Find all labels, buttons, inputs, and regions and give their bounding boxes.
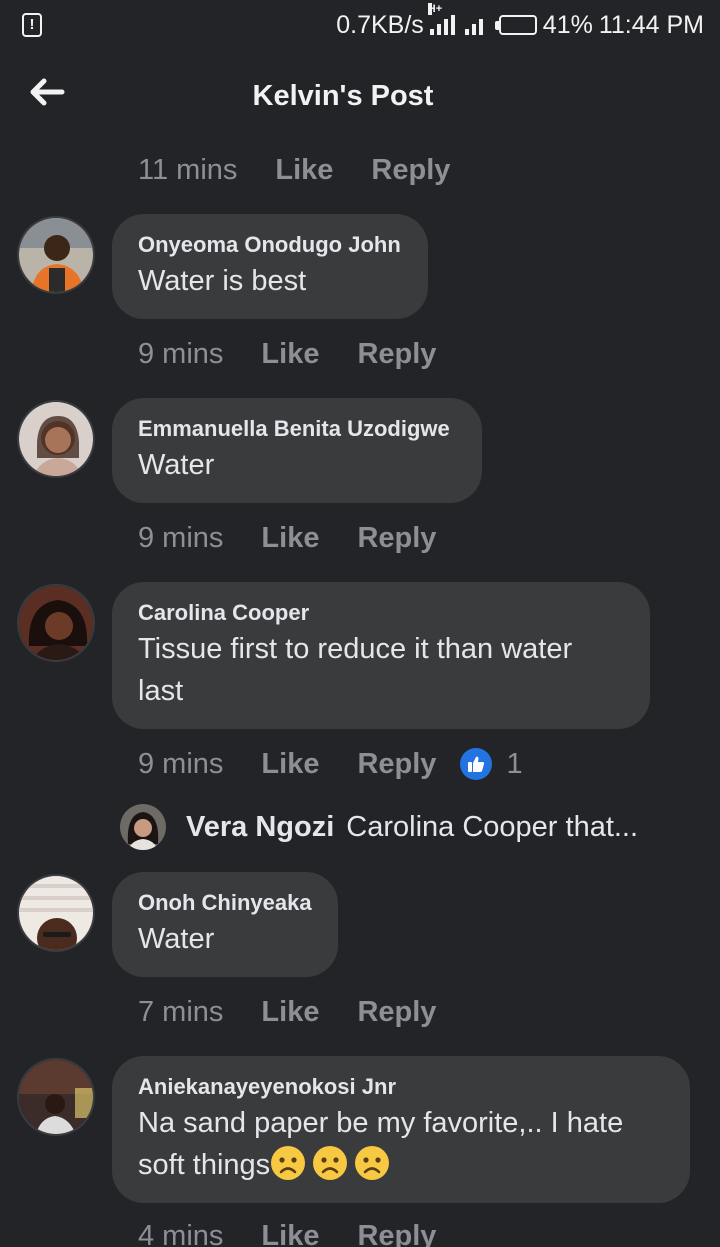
like-button[interactable]: Like bbox=[261, 748, 319, 781]
frowning-face-emoji bbox=[271, 1146, 306, 1180]
like-button[interactable]: Like bbox=[261, 996, 319, 1029]
comment-bubble[interactable]: Onyeoma Onodugo John Water is best bbox=[112, 214, 428, 319]
reply-button[interactable]: Reply bbox=[357, 748, 436, 781]
like-reaction-icon bbox=[460, 748, 493, 780]
battery-percent: 41% bbox=[542, 10, 593, 39]
reaction-count: 1 bbox=[506, 747, 523, 780]
reaction-summary[interactable]: 1 bbox=[460, 747, 523, 781]
comments-screen: ! 0.7KB/s H+ 41% 11:44 PM Kelvin's Post bbox=[0, 0, 720, 1247]
comment-time: 4 mins bbox=[138, 1219, 224, 1247]
frowning-face-emoji bbox=[355, 1146, 390, 1180]
reply-preview[interactable]: Vera Ngozi Carolina Cooper that... bbox=[120, 800, 638, 854]
like-button[interactable]: Like bbox=[275, 154, 333, 187]
clock: 11:44 PM bbox=[598, 10, 704, 39]
reply-button[interactable]: Reply bbox=[371, 154, 450, 187]
avatar[interactable] bbox=[17, 1058, 95, 1136]
comment-text: Na sand paper be my favorite,.. I hate s… bbox=[138, 1102, 664, 1186]
emoji-group bbox=[270, 1146, 396, 1181]
comment-author[interactable]: Carolina Cooper bbox=[138, 598, 624, 628]
comment-time: 9 mins bbox=[138, 521, 224, 554]
comment-text: Water is best bbox=[138, 265, 307, 297]
page-title: Kelvin's Post bbox=[252, 80, 434, 112]
comment-bubble[interactable]: Carolina Cooper Tissue first to reduce i… bbox=[112, 582, 650, 729]
comment-meta-row: 7 mins Like Reply bbox=[138, 992, 436, 1032]
reply-button[interactable]: Reply bbox=[357, 1220, 436, 1247]
like-button[interactable]: Like bbox=[261, 338, 319, 371]
comment-author[interactable]: Onyeoma Onodugo John bbox=[138, 230, 402, 260]
comment-meta-row: 9 mins Like Reply 1 bbox=[138, 744, 523, 784]
comment-text: Tissue first to reduce it than water las… bbox=[138, 633, 573, 707]
comment-time: 7 mins bbox=[138, 995, 224, 1028]
avatar[interactable] bbox=[17, 216, 95, 294]
comment-time: 9 mins bbox=[138, 747, 224, 780]
comment-meta-row: 9 mins Like Reply bbox=[138, 334, 436, 374]
comment-author[interactable]: Onoh Chinyeaka bbox=[138, 888, 312, 918]
comment-time: 11 mins bbox=[138, 153, 238, 186]
comment-author[interactable]: Emmanuella Benita Uzodigwe bbox=[138, 414, 456, 444]
network-type-label: H+ bbox=[427, 3, 443, 15]
reply-text: Carolina Cooper that... bbox=[346, 810, 639, 843]
comment-meta-row: 11 mins Like Reply bbox=[138, 150, 450, 190]
app-header: Kelvin's Post bbox=[0, 50, 720, 142]
comment-bubble[interactable]: Aniekanayeyenokosi Jnr Na sand paper be … bbox=[112, 1056, 690, 1203]
comment-meta-row: 9 mins Like Reply bbox=[138, 518, 436, 558]
status-right-group: 0.7KB/s H+ 41% 11:44 PM bbox=[336, 3, 704, 41]
reply-author[interactable]: Vera Ngozi bbox=[186, 811, 334, 844]
mobile-signal-icon: H+ bbox=[427, 3, 455, 35]
net-speed: 0.7KB/s bbox=[336, 10, 424, 39]
signal-strength-icon bbox=[464, 15, 483, 35]
frowning-face-emoji bbox=[313, 1146, 348, 1180]
alert-icon: ! bbox=[22, 13, 42, 37]
avatar[interactable] bbox=[17, 874, 95, 952]
comment-bubble[interactable]: Emmanuella Benita Uzodigwe Water bbox=[112, 398, 482, 503]
reply-button[interactable]: Reply bbox=[357, 522, 436, 555]
comment-author[interactable]: Aniekanayeyenokosi Jnr bbox=[138, 1072, 664, 1102]
like-button[interactable]: Like bbox=[261, 1220, 319, 1247]
battery-icon bbox=[494, 15, 537, 35]
reply-button[interactable]: Reply bbox=[357, 338, 436, 371]
avatar bbox=[120, 804, 166, 850]
comment-time: 9 mins bbox=[138, 337, 224, 370]
avatar[interactable] bbox=[17, 584, 95, 662]
like-button[interactable]: Like bbox=[261, 522, 319, 555]
comment-meta-row: 4 mins Like Reply bbox=[138, 1216, 436, 1247]
comment-text: Water bbox=[138, 923, 215, 955]
comment-bubble[interactable]: Onoh Chinyeaka Water bbox=[112, 872, 338, 977]
status-bar: ! 0.7KB/s H+ 41% 11:44 PM bbox=[0, 0, 720, 50]
avatar[interactable] bbox=[17, 400, 95, 478]
comment-text: Water bbox=[138, 449, 215, 481]
reply-button[interactable]: Reply bbox=[357, 996, 436, 1029]
